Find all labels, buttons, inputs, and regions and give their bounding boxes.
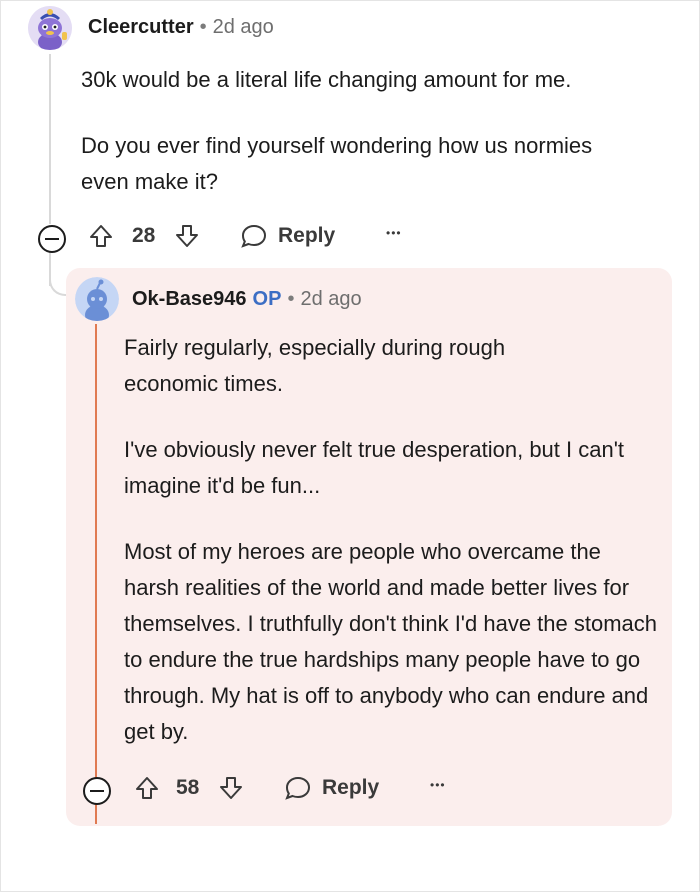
downvote-button[interactable] [218,775,244,801]
avatar[interactable] [75,277,119,321]
meta-separator: • [199,16,207,38]
upvote-arrow-icon [136,777,158,799]
timestamp[interactable]: 2d ago [300,288,361,310]
vote-count: 58 [176,776,200,799]
comment-actions: 28 Reply ••• [0,218,700,254]
thread-line-parent[interactable] [49,54,51,224]
reply-label: Reply [278,224,336,247]
upvote-button[interactable] [134,775,160,801]
upvote-arrow-icon [90,225,112,247]
reply-button[interactable]: Reply [240,223,335,249]
default-snoo-avatar-icon [75,277,119,321]
reply-meta: Ok-Base946 OP • 2d ago [132,288,362,311]
snoo-avatar-icon [28,6,72,50]
comment-meta: Cleercutter • 2d ago [88,16,274,39]
upvote-button[interactable] [88,223,114,249]
reply-actions: 58 Reply ••• [0,770,700,806]
more-options-icon: ••• [430,778,446,792]
reply-button[interactable]: Reply [284,775,379,801]
downvote-arrow-icon [176,225,198,247]
meta-separator: • [287,288,295,310]
reply-label: Reply [322,776,380,799]
username[interactable]: Ok-Base946 [132,288,247,310]
thread-line-reply[interactable] [95,324,97,824]
username[interactable]: Cleercutter [88,16,194,38]
reply-paragraph: I've obviously never felt true desperati… [124,437,625,498]
chat-bubble-icon [285,776,311,800]
collapse-button[interactable] [83,777,111,805]
reply-body: Fairly regularly, especially during roug… [124,330,664,750]
more-options-icon: ••• [386,226,402,240]
comment-paragraph: 30k would be a literal life changing amo… [81,67,572,92]
collapse-button[interactable] [38,225,66,253]
downvote-arrow-icon [220,777,242,799]
op-badge: OP [252,288,282,310]
comment-paragraph: Do you ever find yourself wondering how … [81,133,593,194]
vote-count: 28 [132,224,156,247]
comment-body: 30k would be a literal life changing amo… [81,62,681,200]
more-options-button[interactable]: ••• [430,778,446,792]
avatar[interactable] [28,6,72,50]
reply-paragraph: Fairly regularly, especially during roug… [124,335,506,396]
downvote-button[interactable] [174,223,200,249]
more-options-button[interactable]: ••• [386,226,402,240]
timestamp[interactable]: 2d ago [213,16,274,38]
chat-bubble-icon [241,224,267,248]
reply-paragraph: Most of my heroes are people who overcam… [124,539,658,744]
